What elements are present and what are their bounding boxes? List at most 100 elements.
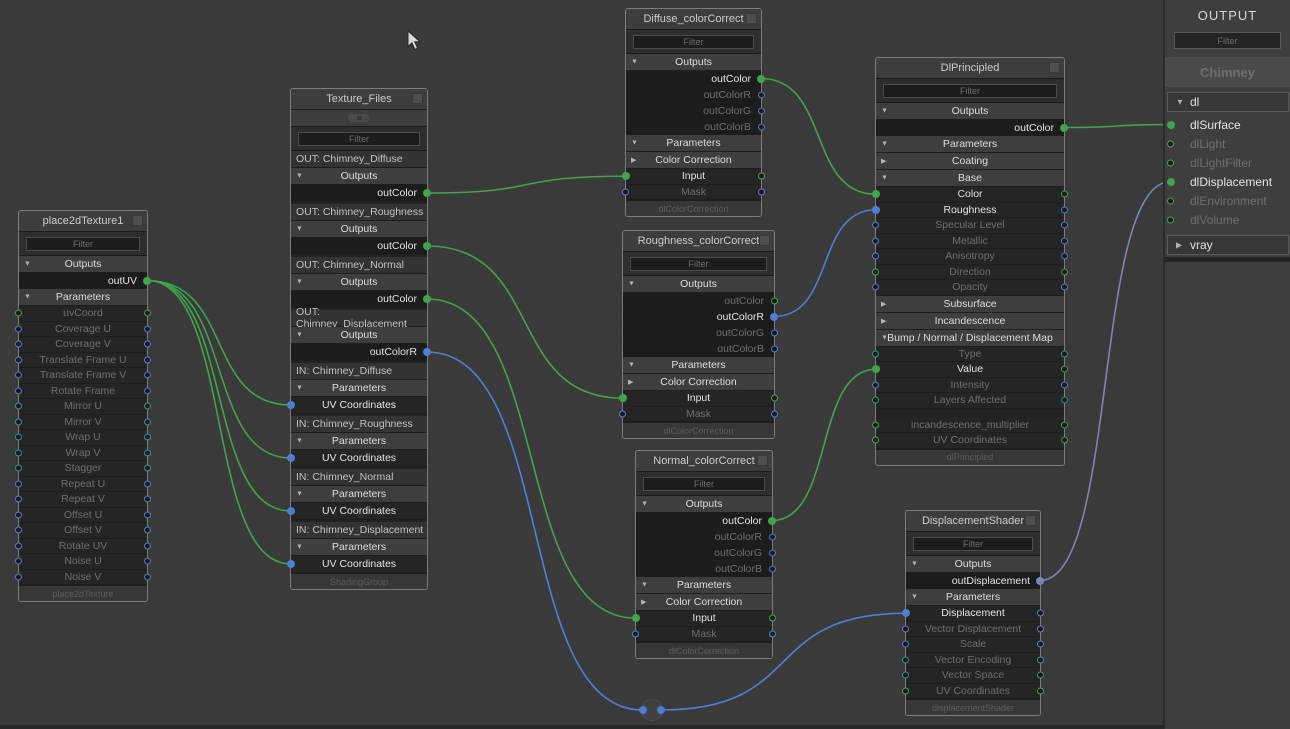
teal-port[interactable]: [872, 350, 879, 357]
roughCC-outColorR-port[interactable]: [770, 313, 778, 321]
green-port[interactable]: [771, 395, 778, 402]
blue-port[interactable]: [1061, 222, 1068, 229]
node-title-bar[interactable]: DlPrincipled: [876, 58, 1064, 79]
node-filter-input[interactable]: Filter: [630, 257, 767, 271]
node-tex[interactable]: Texture_FilesFilterOUT: Chimney_Diffuse▼…: [290, 88, 428, 590]
blue-port[interactable]: [15, 511, 22, 518]
blue-port[interactable]: [144, 573, 151, 580]
section-header-parameters[interactable]: ▼Parameters: [876, 136, 1064, 153]
green-port[interactable]: [1167, 159, 1174, 166]
section-header-parameters[interactable]: ▼Parameters: [291, 539, 427, 556]
blue-port[interactable]: [144, 325, 151, 332]
blue-port[interactable]: [144, 480, 151, 487]
blue-port[interactable]: [15, 527, 22, 534]
blue-port[interactable]: [15, 496, 22, 503]
section-header-outputs[interactable]: ▼Outputs: [19, 256, 147, 273]
blue-port[interactable]: [15, 356, 22, 363]
section-header-outputs[interactable]: ▼Outputs: [906, 556, 1040, 573]
blue-port[interactable]: [771, 345, 778, 352]
blue-port[interactable]: [1061, 284, 1068, 291]
blue-port[interactable]: [872, 237, 879, 244]
section-header-outputs[interactable]: ▼Outputs: [291, 327, 427, 344]
section-header-parameters[interactable]: ▼Parameters: [19, 289, 147, 306]
blue-port[interactable]: [872, 381, 879, 388]
green-port[interactable]: [1167, 140, 1174, 147]
teal-port[interactable]: [15, 418, 22, 425]
section-header-parameters[interactable]: ▼Parameters: [623, 357, 774, 374]
section-header-coating[interactable]: ▶Coating: [876, 153, 1064, 170]
blue-port[interactable]: [1037, 610, 1044, 617]
node-p2d[interactable]: place2dTexture1Filter▼OutputsoutUV▼Param…: [18, 210, 148, 602]
tex-outRoughness-port[interactable]: [423, 242, 431, 250]
wire[interactable]: [1064, 125, 1171, 128]
section-header-outputs[interactable]: ▼Outputs: [636, 496, 772, 513]
purple-port[interactable]: [1037, 625, 1044, 632]
section-header-outputs[interactable]: ▼Outputs: [291, 274, 427, 291]
teal-port[interactable]: [144, 465, 151, 472]
node-dlp[interactable]: DlPrincipledFilter▼OutputsoutColor▼Param…: [875, 57, 1065, 466]
blue-port[interactable]: [1037, 641, 1044, 648]
blue-port[interactable]: [1061, 237, 1068, 244]
node-title-bar[interactable]: Texture_Files: [291, 89, 427, 110]
dlp-color-port[interactable]: [872, 190, 880, 198]
green-port[interactable]: [1167, 197, 1174, 204]
node-disp[interactable]: DisplacementShaderFilter▼OutputsoutDispl…: [905, 510, 1041, 716]
node-diffCC[interactable]: Diffuse_colorCorrectFilter▼OutputsoutCol…: [625, 8, 762, 217]
green-port[interactable]: [1061, 421, 1068, 428]
blue-port[interactable]: [758, 123, 765, 130]
tex-outColorR-port[interactable]: [423, 348, 431, 356]
green-port[interactable]: [769, 615, 776, 622]
output-section-dl[interactable]: ▼dl: [1167, 92, 1289, 112]
wire[interactable]: [761, 79, 876, 195]
node-filter-input[interactable]: Filter: [883, 84, 1057, 98]
section-header-color-correction[interactable]: ▶Color Correction: [636, 594, 772, 611]
dlp-value-port[interactable]: [872, 365, 880, 373]
dlp-outColor-port[interactable]: [1060, 124, 1068, 132]
blue-port[interactable]: [872, 284, 879, 291]
node-swatch[interactable]: [746, 13, 757, 24]
blue-port[interactable]: [769, 630, 776, 637]
teal-port[interactable]: [15, 449, 22, 456]
section-header-outputs[interactable]: ▼Outputs: [626, 54, 761, 71]
section-header-parameters[interactable]: ▼Parameters: [906, 589, 1040, 606]
green-port[interactable]: [872, 437, 879, 444]
tex-uvRoughness-port[interactable]: [287, 454, 295, 462]
blue-port[interactable]: [15, 341, 22, 348]
node-filter-input[interactable]: Filter: [298, 132, 420, 146]
section-header-color-correction[interactable]: ▶Color Correction: [626, 152, 761, 169]
blue-port[interactable]: [769, 549, 776, 556]
section-header-parameters[interactable]: ▼Parameters: [636, 577, 772, 594]
node-title-bar[interactable]: Normal_colorCorrect: [636, 451, 772, 472]
wire[interactable]: [427, 176, 626, 193]
blue-port[interactable]: [15, 573, 22, 580]
blue-port[interactable]: [144, 511, 151, 518]
blue-port[interactable]: [758, 188, 765, 195]
green-port[interactable]: [872, 268, 879, 275]
section-header-outputs[interactable]: ▼Outputs: [291, 168, 427, 185]
output-tab-chimney[interactable]: Chimney: [1165, 57, 1290, 87]
output-item-dlLight[interactable]: dlLight: [1165, 134, 1290, 153]
output-item-dlDisplacement[interactable]: dlDisplacement: [1165, 172, 1290, 191]
wire[interactable]: [427, 352, 643, 710]
teal-port[interactable]: [144, 434, 151, 441]
teal-port[interactable]: [15, 434, 22, 441]
blue-port[interactable]: [144, 356, 151, 363]
green-port[interactable]: [1167, 216, 1174, 223]
green-port[interactable]: [872, 421, 879, 428]
green-port[interactable]: [771, 297, 778, 304]
wire[interactable]: [147, 281, 291, 406]
blue-port[interactable]: [771, 329, 778, 336]
blue-port[interactable]: [771, 410, 778, 417]
tex-uvDiffuse-port[interactable]: [287, 401, 295, 409]
blue-port[interactable]: [15, 480, 22, 487]
diffCC-outColor-port[interactable]: [757, 75, 765, 83]
blue-port[interactable]: [619, 410, 626, 417]
teal-port[interactable]: [1061, 350, 1068, 357]
output-section-vray[interactable]: ▶vray: [1167, 235, 1289, 255]
green-port[interactable]: [1061, 437, 1068, 444]
disp-displacement-port[interactable]: [902, 609, 910, 617]
out-dlSurface-port[interactable]: [1167, 121, 1175, 129]
section-header-outputs[interactable]: ▼Outputs: [623, 276, 774, 293]
blue-port[interactable]: [1061, 206, 1068, 213]
teal-port[interactable]: [902, 672, 909, 679]
